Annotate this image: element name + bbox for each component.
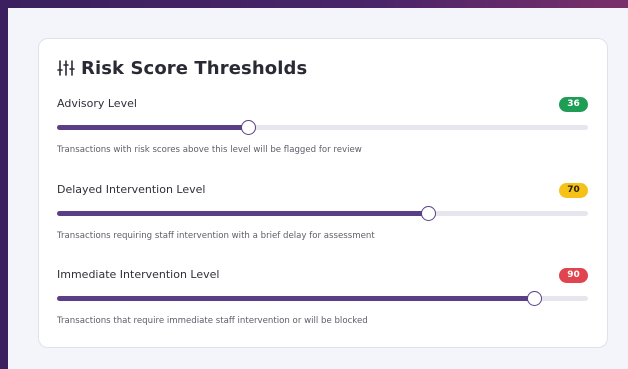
slider-fill	[57, 211, 429, 216]
level-label: Advisory Level	[57, 97, 137, 110]
slider-thumb[interactable]	[527, 291, 543, 306]
threshold-delayed-intervention: Delayed Intervention Level 70 Transactio…	[57, 183, 588, 267]
level-description: Transactions requiring staff interventio…	[57, 231, 375, 241]
advisory-slider[interactable]	[57, 120, 588, 135]
delayed-intervention-slider[interactable]	[57, 206, 588, 221]
level-value-badge: 70	[559, 183, 588, 198]
slider-fill	[57, 125, 249, 130]
slider-thumb[interactable]	[240, 120, 256, 135]
risk-thresholds-card: Risk Score Thresholds Advisory Level 36 …	[38, 38, 608, 348]
level-value-badge: 36	[559, 97, 588, 112]
immediate-intervention-slider[interactable]	[57, 291, 588, 306]
card-title: Risk Score Thresholds	[81, 57, 308, 79]
slider-fill	[57, 296, 535, 301]
card-header: Risk Score Thresholds	[57, 56, 307, 80]
content-panel: Risk Score Thresholds Advisory Level 36 …	[8, 8, 628, 369]
level-value-badge: 90	[559, 268, 588, 283]
level-label: Delayed Intervention Level	[57, 183, 206, 196]
sliders-icon	[57, 60, 75, 76]
level-description: Transactions with risk scores above this…	[57, 145, 362, 155]
level-label: Immediate Intervention Level	[57, 268, 220, 281]
level-description: Transactions that require immediate staf…	[57, 316, 368, 326]
threshold-advisory: Advisory Level 36 Transactions with risk…	[57, 97, 588, 181]
slider-thumb[interactable]	[421, 206, 437, 221]
threshold-immediate-intervention: Immediate Intervention Level 90 Transact…	[57, 268, 588, 352]
